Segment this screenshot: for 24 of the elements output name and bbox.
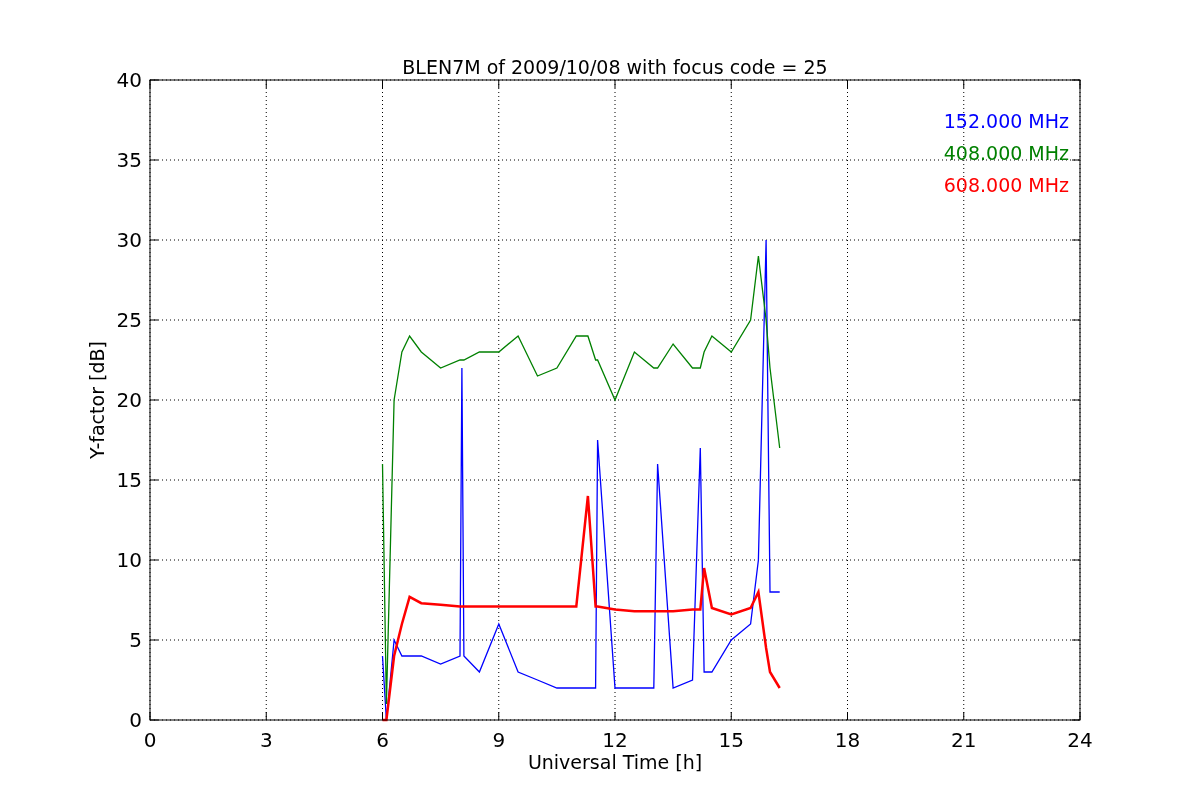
y-tick-label: 40: [116, 68, 142, 92]
x-tick-label: 15: [718, 728, 744, 752]
x-tick-label: 0: [143, 728, 157, 752]
y-tick-label: 5: [129, 628, 142, 652]
y-tick-label: 25: [116, 308, 142, 332]
x-tick-label: 21: [951, 728, 977, 752]
x-tick-label: 9: [492, 728, 506, 752]
y-axis-label: Y-factor [dB]: [86, 341, 108, 459]
legend-label: 608.000 MHz: [943, 174, 1069, 196]
chart-title: BLEN7M of 2009/10/08 with focus code = 25: [402, 56, 828, 78]
x-tick-label: 18: [834, 728, 861, 752]
y-tick-label: 10: [116, 548, 142, 572]
y-tick-label: 15: [116, 468, 142, 492]
x-axis-label: Universal Time [h]: [527, 751, 703, 773]
y-tick-label: 30: [116, 228, 142, 252]
legend-label: 408.000 MHz: [943, 142, 1069, 164]
x-tick-label: 12: [602, 728, 628, 752]
legend-label: 152.000 MHz: [943, 110, 1069, 132]
y-tick-label: 20: [116, 388, 142, 412]
x-tick-label: 3: [259, 728, 273, 752]
x-tick-label: 24: [1067, 728, 1093, 752]
x-tick-label: 6: [376, 728, 389, 752]
y-tick-label: 0: [129, 708, 142, 732]
y-tick-label: 35: [116, 148, 142, 172]
